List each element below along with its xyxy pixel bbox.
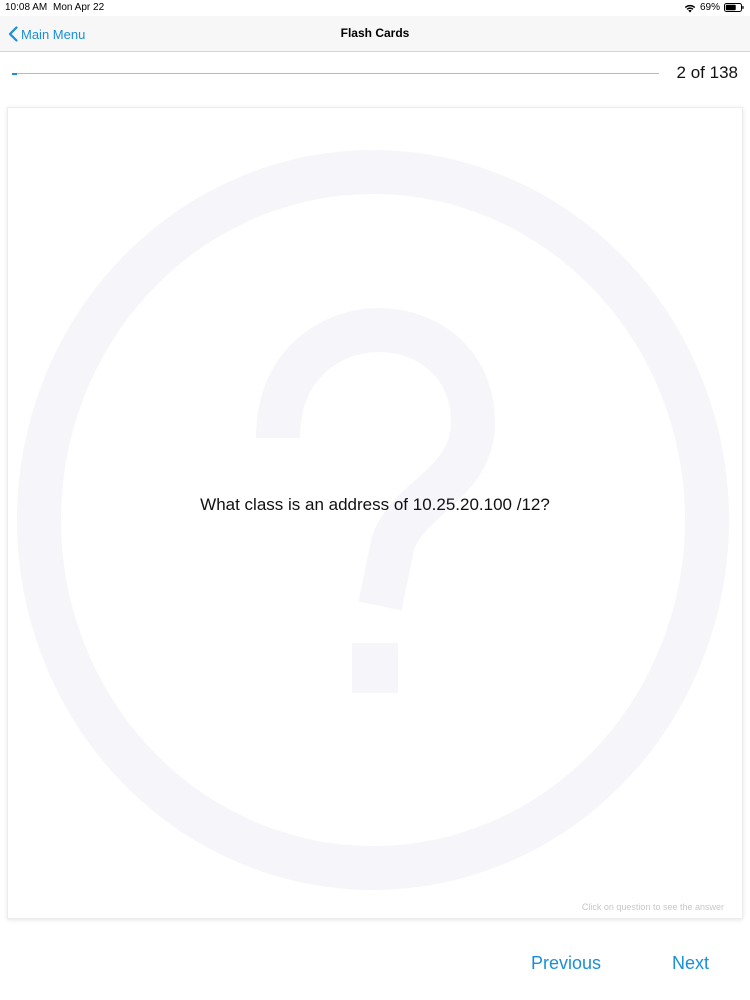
page-title: Flash Cards bbox=[340, 26, 410, 40]
navigation-bar: Main Menu Flash Cards bbox=[0, 16, 750, 52]
flash-card[interactable]: What class is an address of 10.25.20.100… bbox=[7, 107, 743, 919]
status-indicators: 69% bbox=[684, 2, 744, 13]
progress-bar-fill bbox=[12, 72, 17, 75]
status-bar: 10:08 AM Mon Apr 22 69% bbox=[0, 0, 750, 16]
status-date: Mon Apr 22 bbox=[53, 2, 105, 13]
status-time: 10:08 AM bbox=[5, 2, 48, 13]
previous-button[interactable]: Previous bbox=[531, 953, 601, 974]
card-hint: Click on question to see the answer bbox=[581, 902, 724, 912]
progress-bar bbox=[12, 72, 659, 75]
card-question[interactable]: What class is an address of 10.25.20.100… bbox=[8, 495, 742, 515]
progress-counter: 2 of 138 bbox=[676, 63, 738, 82]
battery-percent: 69% bbox=[699, 2, 720, 13]
wifi-icon bbox=[684, 4, 696, 12]
next-button[interactable]: Next bbox=[672, 953, 709, 974]
battery-icon bbox=[724, 3, 744, 12]
